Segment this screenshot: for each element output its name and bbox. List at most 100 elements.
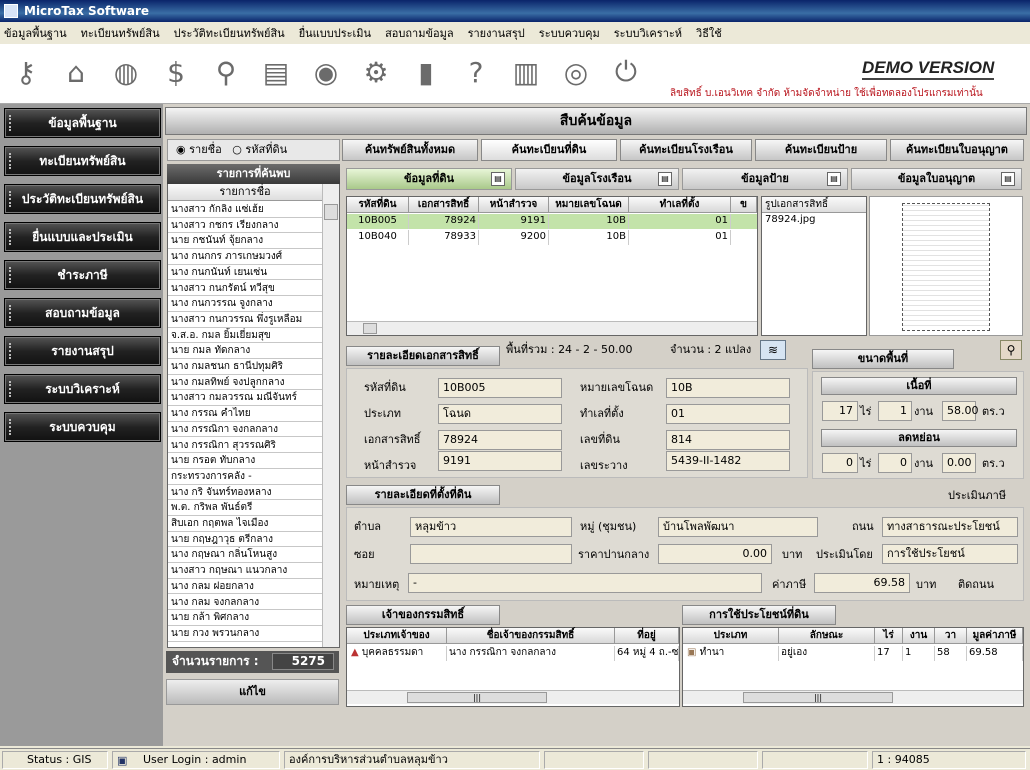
nav-analysis-button[interactable]: ระบบวิเคราะห์ — [4, 374, 161, 404]
reduction-wa-field[interactable]: 0.00 — [942, 453, 976, 473]
table-row[interactable]: ▲ บุคคลธรรมดา นาง กรรณิกา จงกลกลาง 64 หม… — [347, 646, 679, 663]
grid-header[interactable]: ไร่ — [875, 628, 903, 644]
nav-basic-button[interactable]: ข้อมูลพื้นฐาน — [4, 108, 161, 138]
land-number-field[interactable]: 814 — [666, 430, 790, 450]
location-field[interactable]: 01 — [666, 404, 790, 424]
tab-building-registry[interactable]: ค้นทะเบียนโรงเรือน — [620, 139, 752, 161]
document-image-file[interactable]: 78924.jpg — [762, 213, 866, 227]
land-code-field[interactable]: 10B005 — [438, 378, 562, 398]
scroll-thumb[interactable]: ||| — [407, 692, 547, 703]
zoom-icon[interactable]: ⚲ — [1000, 340, 1022, 360]
search-icon[interactable]: ⚲ — [204, 50, 248, 94]
usage-grid-hscroll[interactable]: ||| — [683, 690, 1023, 704]
soi-field[interactable] — [410, 544, 572, 564]
list-item[interactable]: นางสาว กักลิง แซ่เฮ้ย — [168, 202, 322, 218]
menu-item-control[interactable]: ระบบควบคุม — [539, 24, 600, 42]
list-item[interactable]: นางสาว กนกวรรณ พึ่งรูเหลือม — [168, 312, 322, 328]
house-icon[interactable]: ⌂ — [54, 50, 98, 94]
nav-registry-button[interactable]: ทะเบียนทรัพย์สิน — [4, 146, 161, 176]
subtab-building-info[interactable]: ข้อมูลโรงเรือน ▤ — [515, 168, 679, 190]
edit-button[interactable]: แก้ไข — [166, 679, 339, 705]
grid-header[interactable]: ประเภท — [683, 628, 779, 644]
median-price-field[interactable]: 0.00 — [658, 544, 772, 564]
database-icon[interactable]: ▮ — [404, 50, 448, 94]
list-item[interactable]: นาย กวง พรวนกลาง — [168, 626, 322, 642]
subtab-land-info[interactable]: ข้อมูลที่ดิน ▤ — [346, 168, 512, 190]
menu-item-history[interactable]: ประวัติทะเบียนทรัพย์สิน — [174, 24, 285, 42]
tax-field[interactable]: 69.58 — [814, 573, 910, 593]
table-row[interactable]: 10B005 78924 9191 10B 01 — [347, 214, 757, 229]
grid-header[interactable]: หมายเลขโฉนด — [549, 197, 629, 213]
tab-land-registry[interactable]: ค้นทะเบียนที่ดิน — [481, 139, 617, 161]
list-item[interactable]: นาง กลม ฝอยกลาง — [168, 579, 322, 595]
list-item[interactable]: นาง กรรณ คำไทย — [168, 406, 322, 422]
list-item[interactable]: นาง กนกนันท์ เยนเซ่น — [168, 265, 322, 281]
grid-header[interactable]: มูลค่าภาษี — [967, 628, 1023, 644]
menu-item-report[interactable]: รายงานสรุป — [468, 24, 525, 42]
table-row[interactable]: 10B040 78933 9200 10B 01 — [347, 230, 757, 245]
deed-field[interactable]: 78924 — [438, 430, 562, 450]
grid-header[interactable]: หน้าสำรวจ — [479, 197, 549, 213]
list-item[interactable]: นางสาว กชกร เรียงกลาง — [168, 218, 322, 234]
type-field[interactable]: โฉนด — [438, 404, 562, 424]
list-item[interactable]: นางสาว กมลวรรณ มณีจันทร์ — [168, 390, 322, 407]
nav-query-button[interactable]: สอบถามข้อมูล — [4, 298, 161, 328]
list-item[interactable]: นาย กชนันท์ จุ้ยกลาง — [168, 233, 322, 250]
grid-header[interactable]: ทำเลที่ตั้ง — [629, 197, 731, 213]
land-grid-hscroll[interactable] — [347, 321, 757, 335]
globe-icon[interactable]: ◍ — [104, 50, 148, 94]
nav-pay-tax-button[interactable]: ชำระภาษี — [4, 260, 161, 290]
grid-header[interactable]: รหัสที่ดิน — [347, 197, 409, 213]
list-item[interactable]: นาง กนกวรรณ จูงกลาง — [168, 296, 322, 312]
list-item[interactable]: นางสาว กนกรัตน์ ทวีสุข — [168, 281, 322, 297]
table-row[interactable]: ▣ ทำนา อยู่เอง 17 1 58 69.58 — [683, 646, 1023, 663]
list-item[interactable]: นาย กล้า พิศกลาง — [168, 610, 322, 626]
deed-image[interactable] — [869, 196, 1023, 336]
tab-license-registry[interactable]: ค้นทะเบียนใบอนุญาต — [890, 139, 1024, 161]
list-item[interactable]: นาง กมลชนก ธานีปทุมศิริ — [168, 359, 322, 375]
subtab-license-info[interactable]: ข้อมูลใบอนุญาต ▤ — [851, 168, 1022, 190]
list-item[interactable]: พ.ต. กริพล พันธ์ตรี — [168, 500, 322, 516]
road-field[interactable]: ทางสาธารณะประโยชน์ — [882, 517, 1018, 537]
list-item[interactable]: นางสาว กฤษณา แนวกลาง — [168, 563, 322, 579]
grid-header[interactable]: วา — [935, 628, 967, 644]
survey-field[interactable]: 9191 — [438, 451, 562, 471]
layers-icon[interactable]: ≋ — [760, 340, 786, 360]
list-item[interactable]: นาย กฤษฎาวุธ ตรีกลาง — [168, 532, 322, 548]
list-item[interactable]: นาง กริ จันทร์ทองหลาง — [168, 485, 322, 501]
grid-header[interactable]: ลักษณะ — [779, 628, 875, 644]
tambon-field[interactable]: หลุมข้าว — [410, 517, 572, 537]
list-item[interactable]: จ.ส.อ. กมล ยิ้มเยี่ยมสุข — [168, 328, 322, 344]
menu-item-basic[interactable]: ข้อมูลพื้นฐาน — [4, 24, 67, 42]
tab-sign-registry[interactable]: ค้นทะเบียนป้าย — [755, 139, 887, 161]
list-item[interactable]: กระทรวงการคลัง - — [168, 469, 322, 485]
menu-item-query[interactable]: สอบถามข้อมูล — [385, 24, 454, 42]
nav-control-button[interactable]: ระบบควบคุม — [4, 412, 161, 442]
assess-by-field[interactable]: การใช้ประโยชน์ — [882, 544, 1018, 564]
map-sheet-field[interactable]: 5439-II-1482 — [666, 451, 790, 471]
menu-item-help[interactable]: วิธีใช้ — [696, 24, 722, 42]
grid-header[interactable]: งาน — [903, 628, 935, 644]
scroll-thumb[interactable]: ||| — [743, 692, 893, 703]
radio-by-code[interactable]: ○ — [232, 143, 242, 156]
map-icon[interactable]: ▤ — [254, 50, 298, 94]
result-list-scrollbar[interactable] — [322, 184, 339, 647]
list-item[interactable]: นาย กรอต ทับกลาง — [168, 453, 322, 469]
reduction-rai-field[interactable]: 0 — [822, 453, 858, 473]
list-item[interactable]: นาย กมล ทัดกลาง — [168, 343, 322, 359]
reduction-ngan-field[interactable]: 0 — [878, 453, 912, 473]
tab-all-assets[interactable]: ค้นทรัพย์สินทั้งหมด — [342, 139, 478, 161]
eye-icon[interactable]: ◎ — [554, 50, 598, 94]
grid-header[interactable]: เอกสารสิทธิ์ — [409, 197, 479, 213]
help-icon[interactable]: ? — [454, 50, 498, 94]
moo-field[interactable]: บ้านโพลพัฒนา — [658, 517, 818, 537]
owners-grid-hscroll[interactable]: ||| — [347, 690, 679, 704]
menu-item-assess[interactable]: ยื่นแบบประเมิน — [299, 24, 371, 42]
scroll-thumb[interactable] — [363, 323, 377, 334]
books-icon[interactable]: ▥ — [504, 50, 548, 94]
money-icon[interactable]: $ — [154, 50, 198, 94]
grid-header[interactable]: ชื่อเจ้าของกรรมสิทธิ์ — [447, 628, 615, 644]
radio-by-name[interactable]: ◉ — [176, 143, 186, 156]
deed-number-field[interactable]: 10B — [666, 378, 790, 398]
grid-header[interactable]: ข — [731, 197, 757, 213]
